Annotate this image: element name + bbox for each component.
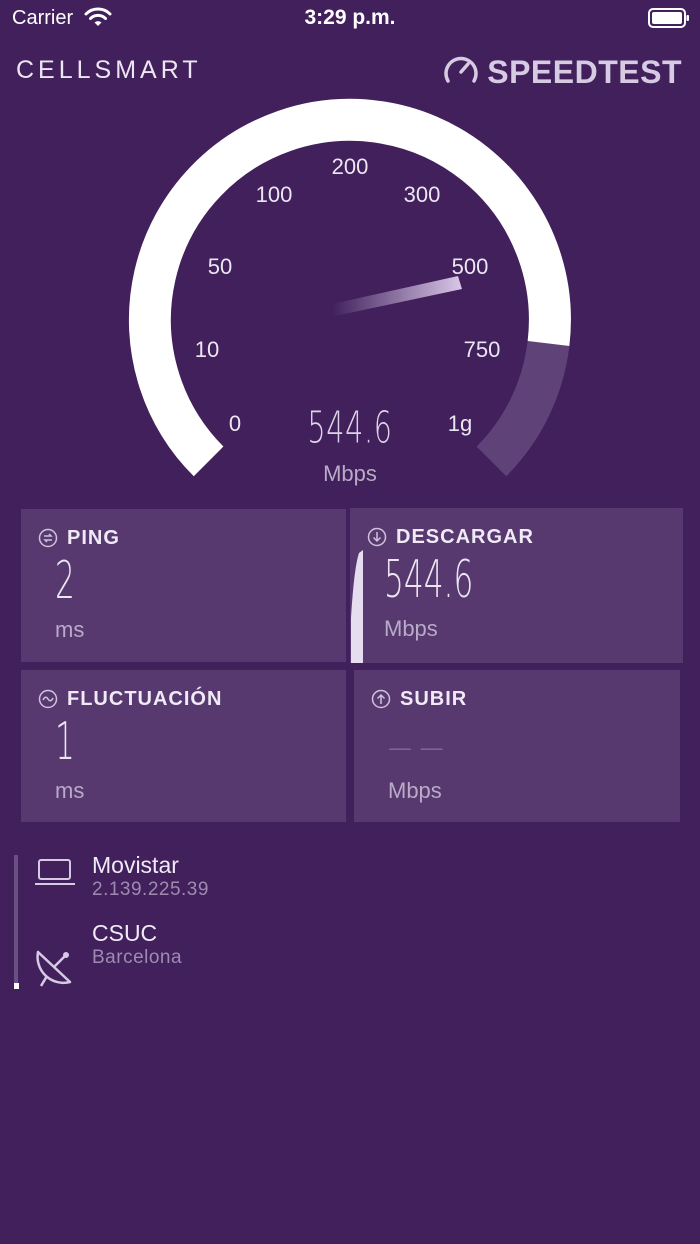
download-title: DESCARGAR (396, 526, 534, 548)
status-bar: Carrier 3:29 p.m. (0, 0, 700, 36)
download-value: 544.6 (384, 550, 474, 610)
ping-value: 2 (55, 551, 75, 611)
upload-unit: Mbps (388, 778, 442, 803)
download-graph (351, 550, 363, 663)
gauge-tick-0: 0 (228, 411, 242, 436)
battery-icon (648, 8, 690, 33)
upload-card: SUBIR — — Mbps (354, 670, 680, 822)
gauge-tick-50: 50 (207, 254, 233, 279)
gauge-tick-1g: 1g (447, 411, 473, 436)
ping-card: PING 2 ms (21, 509, 346, 662)
gauge-tick-750: 750 (463, 337, 501, 362)
upload-icon (371, 689, 391, 714)
upload-value: — — (388, 724, 444, 770)
laptop-icon (34, 858, 76, 893)
ping-icon (38, 528, 58, 553)
satellite-dish-icon (32, 942, 78, 993)
gauge-tick-100: 100 (255, 182, 293, 207)
gauge-needle (332, 276, 462, 316)
download-card: DESCARGAR 544.6 Mbps (350, 508, 683, 663)
connection-line (14, 855, 18, 989)
jitter-value: 1 (55, 712, 75, 772)
jitter-card: FLUCTUACIÓN 1 ms (21, 670, 346, 822)
current-speed-unit: Mbps (323, 461, 377, 486)
connection-line-marker (14, 983, 19, 989)
isp-ip-address: 2.139.225.39 (92, 879, 209, 900)
download-icon (367, 527, 387, 552)
gauge-tick-10: 10 (194, 337, 220, 362)
cellsmart-logo: CELLSMART (16, 56, 202, 84)
server-name[interactable]: CSUC (92, 920, 157, 947)
current-speed-value: 544.6 (307, 402, 393, 454)
isp-name[interactable]: Movistar (92, 852, 179, 879)
upload-title: SUBIR (400, 688, 468, 710)
speedtest-logo: SPEEDTEST (443, 54, 682, 91)
ping-title: PING (67, 527, 120, 549)
jitter-icon (38, 689, 58, 714)
download-unit: Mbps (384, 616, 438, 641)
gauge-tick-300: 300 (403, 182, 441, 207)
server-city: Barcelona (92, 947, 183, 968)
speedtest-wordmark: SPEEDTEST (487, 54, 682, 90)
gauge-tick-500: 500 (451, 254, 489, 279)
clock: 3:29 p.m. (304, 6, 396, 29)
jitter-unit: ms (55, 778, 85, 803)
gauge-tick-200: 200 (331, 154, 369, 179)
ping-unit: ms (55, 617, 85, 642)
speedometer-icon (443, 54, 479, 91)
jitter-title: FLUCTUACIÓN (67, 688, 223, 710)
